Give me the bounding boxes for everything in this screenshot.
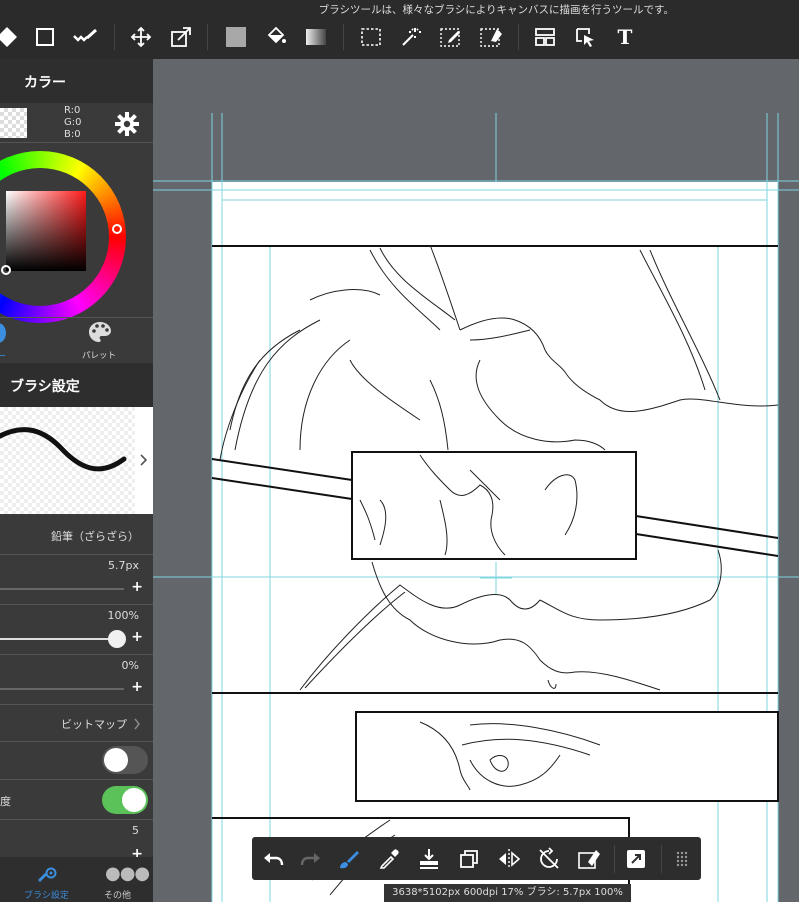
eyedropper-icon[interactable] [374, 844, 404, 874]
undo-icon[interactable] [258, 844, 288, 874]
layer-export-icon[interactable] [414, 844, 444, 874]
toolbar-separator [661, 845, 662, 873]
layer-copy-icon[interactable] [454, 844, 484, 874]
manga-canvas[interactable] [0, 0, 799, 902]
panel-borders [211, 245, 779, 902]
rotate-canvas-icon[interactable] [534, 844, 564, 874]
toolbar-separator [614, 845, 615, 873]
grip-dots-icon[interactable] [667, 844, 697, 874]
canvas-info-bar: 3638*5102px 600dpi 17% ブラシ: 5.7px 100% [384, 884, 631, 902]
redo-icon[interactable] [296, 844, 326, 874]
flip-horizontal-icon[interactable] [494, 844, 524, 874]
selection-edit-icon[interactable] [574, 844, 604, 874]
bottom-toolbar [252, 837, 701, 880]
canvas-fit-icon[interactable] [621, 844, 651, 874]
brush-tool-icon[interactable] [334, 844, 364, 874]
